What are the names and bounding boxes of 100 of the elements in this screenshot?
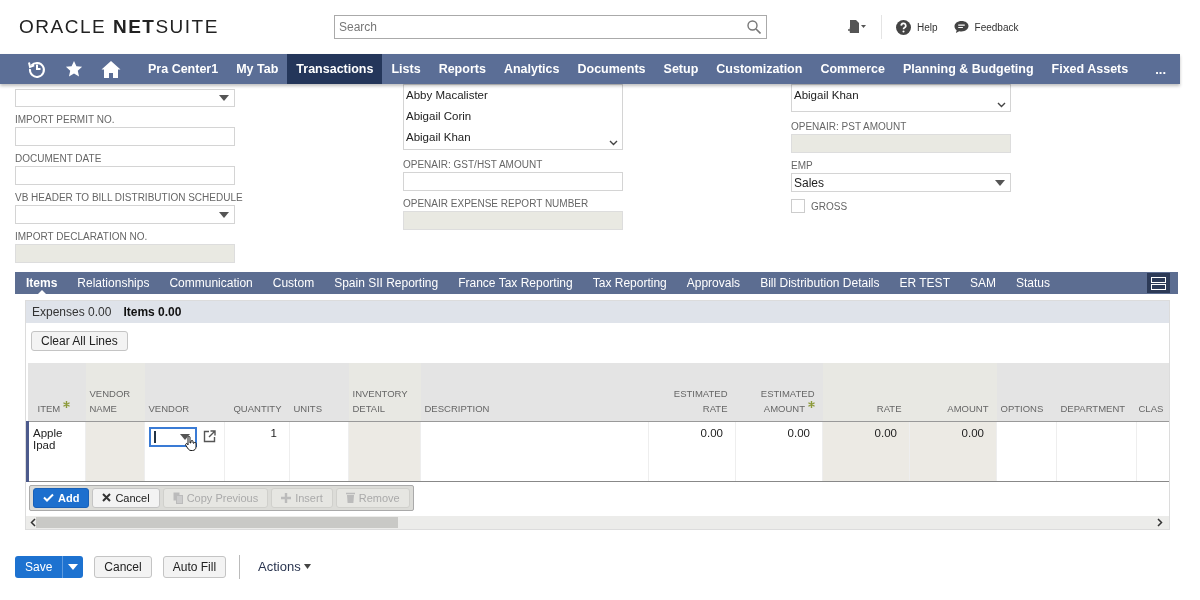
table-cell-text: 1 [270,426,277,439]
menu-icon[interactable] [1147,273,1170,293]
subtab[interactable]: Communication [159,272,263,294]
field-label: OPENAIR: GST/HST AMOUNT [403,159,543,170]
caret-icon [303,564,311,569]
nav-tab[interactable]: Commerce [811,54,894,84]
list-box[interactable]: Abby Macalister Abigail Corin Abigail Khan [403,84,623,150]
column-header: ITEM [37,400,70,416]
list-box[interactable]: Abigail Khan [791,84,1011,112]
column-header: AMOUNT [947,401,989,416]
subtab[interactable]: Status [1006,272,1060,294]
column-header: DESCRIPTION [424,401,489,416]
nav-tab[interactable]: Lists [382,54,430,84]
add-button[interactable]: Add [33,487,90,508]
nav-tab[interactable]: Planning & Budgeting [894,54,1043,84]
caret-icon [219,95,229,101]
text-field[interactable] [15,166,235,185]
plus-icon [281,492,292,503]
chevron-down-icon[interactable] [609,140,618,146]
list-option[interactable]: Abigail Corin [406,106,602,127]
field-label: VB HEADER TO BILL DISTRIBUTION SCHEDULE [15,192,243,203]
help-link[interactable]: Help [917,21,938,33]
caret-icon [219,211,229,218]
checkbox-label: GROSS [811,200,848,212]
column-header: UNITS [293,401,322,416]
field-label: IMPORT DECLARATION NO. [15,231,148,242]
column-header: ESTIMATED AMOUNT [759,386,815,416]
nav-tab[interactable]: Transactions [287,54,383,84]
subtab[interactable]: Items [16,272,68,294]
column-header: VENDOR [148,401,190,416]
open-link-icon[interactable] [203,430,216,443]
nav-tab[interactable]: Fixed Assets [1042,54,1138,84]
list-option[interactable]: Abby Macalister [406,85,602,106]
subtab[interactable]: Custom [262,272,325,294]
column-header: OPTIONS [1000,401,1044,416]
field-label: IMPORT PERMIT NO. [15,114,115,125]
chevron-down-icon[interactable] [997,102,1006,108]
close-icon [102,493,112,502]
nav-tab[interactable]: Pra Center1 [139,54,228,84]
checkbox[interactable] [791,199,805,213]
caret-icon [180,433,190,440]
list-option[interactable]: Abigail Khan [406,127,602,148]
table-cell-text: 0.00 [700,426,723,439]
subtab[interactable]: Bill Distribution Details [750,272,890,294]
new-record-icon[interactable] [847,19,867,35]
subtab[interactable]: Spain SII Reporting [324,272,449,294]
field-label: DOCUMENT DATE [15,153,102,164]
speech-bubble-icon[interactable] [953,20,969,34]
hand-cursor-icon [185,435,197,451]
column-header: QUANTITY [233,401,282,416]
text-field[interactable] [15,127,235,146]
subtab[interactable]: France Tax Reporting [448,272,583,294]
caret-icon [68,563,79,570]
field-label: OPENAIR EXPENSE REPORT NUMBER [403,198,589,209]
table-cell-text: 0.00 [787,426,810,439]
column-header: CLAS [1138,401,1164,416]
dropdown-field[interactable]: Sales [791,173,1011,192]
table-cell-text: 0.00 [874,426,897,439]
sublist-tab[interactable]: Expenses 0.00 [26,305,118,319]
column-header: INVENTORY DETAIL [352,386,409,416]
subtab[interactable]: SAM [959,272,1006,294]
logo-text: ORACLE NETSUITE [19,16,220,38]
table-cell-text: 0.00 [961,426,984,439]
more-menu[interactable]: ... [1155,54,1166,84]
actions-menu[interactable]: Actions [258,559,311,574]
nav-tab[interactable]: Customization [707,54,812,84]
star-icon[interactable] [65,60,83,78]
clear-all-lines-button[interactable]: Clear All Lines [31,331,128,351]
history-icon[interactable] [27,59,47,79]
horizontal-scrollbar[interactable] [26,515,1169,529]
nav-tab[interactable]: My Tab [227,54,288,84]
feedback-link[interactable]: Feedback [974,21,1019,33]
subtab[interactable]: Approvals [676,272,751,294]
search-icon[interactable] [747,20,761,34]
field-label: OPENAIR: PST AMOUNT [791,121,907,132]
text-field[interactable] [403,172,623,191]
field-label: EMP [791,160,813,171]
trash-icon [345,492,355,503]
home-icon[interactable] [101,59,121,79]
help-icon[interactable] [896,19,911,35]
subtab[interactable]: Tax Reporting [582,272,677,294]
nav-tab[interactable]: Setup [654,54,708,84]
form-button[interactable]: Cancel [94,555,152,578]
cancel-button[interactable]: Cancel [92,487,160,508]
caret-icon [995,179,1005,186]
form-button[interactable]: Auto Fill [162,555,227,578]
table-cell-text: Apple Ipad [33,426,64,451]
nav-tab[interactable]: Analytics [494,54,569,84]
search-field[interactable]: Search [334,15,767,39]
column-header: DEPARTMENT [1060,401,1125,416]
column-header: RATE [876,401,902,416]
nav-tab[interactable]: Reports [429,54,495,84]
check-icon [43,493,54,502]
nav-tab[interactable]: Documents [568,54,655,84]
sublist-tab[interactable]: Items 0.00 [117,305,188,319]
copy-icon [172,491,183,504]
subtab[interactable]: ER TEST [889,272,960,294]
subtab[interactable]: Relationships [67,272,160,294]
list-option[interactable]: Abigail Khan [794,85,990,106]
column-header: ESTIMATED RATE [672,386,728,416]
